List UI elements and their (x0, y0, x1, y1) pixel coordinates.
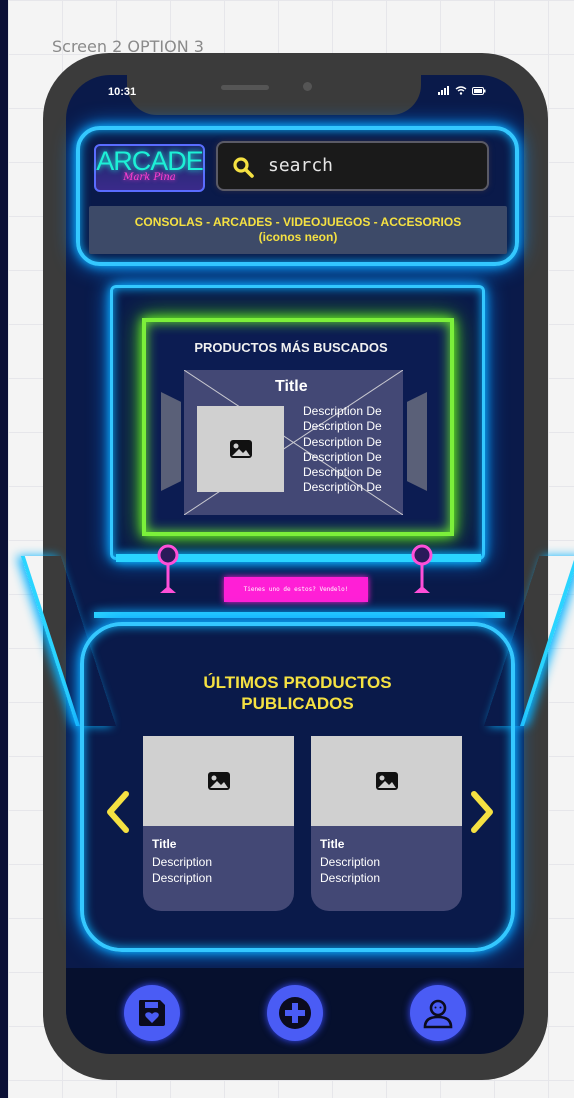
image-icon (229, 440, 252, 458)
joystick-icon (157, 544, 179, 593)
product-image (143, 736, 294, 826)
product-description: Description Description (152, 855, 213, 885)
category-note: (iconos neon) (258, 230, 338, 244)
plus-icon (279, 997, 311, 1029)
featured-product-image (197, 406, 284, 492)
battery-icon (471, 87, 486, 95)
search-input[interactable]: search (216, 141, 489, 191)
product-title: Title (320, 837, 345, 851)
phone-notch (127, 53, 421, 115)
product-image (311, 736, 462, 826)
chevron-left-icon[interactable] (102, 790, 132, 834)
product-description: Description Description (320, 855, 381, 885)
search-placeholder: search (268, 155, 334, 176)
carousel-next-peek[interactable] (407, 392, 427, 491)
chevron-right-icon[interactable] (468, 790, 498, 834)
arcade-logo[interactable]: ARCADE Mark Pina (94, 144, 205, 192)
carousel-prev-peek[interactable] (161, 392, 181, 491)
search-icon (233, 157, 254, 178)
signal-icon (438, 86, 449, 95)
nav-saved-button[interactable] (124, 985, 180, 1041)
image-icon (207, 772, 230, 790)
sell-cta-button[interactable]: Tienes uno de estos? Vendelo! (224, 577, 368, 602)
image-icon (375, 772, 398, 790)
most-searched-title: PRODUCTOS MÁS BUSCADOS (194, 340, 388, 355)
featured-product-description: Description De Description De Descriptio… (303, 404, 382, 495)
nav-add-button[interactable] (267, 985, 323, 1041)
product-title: Title (152, 837, 177, 851)
latest-products-title: ÚLTIMOS PRODUCTOS PUBLICADOS (203, 673, 392, 713)
status-time: 10:31 (108, 86, 137, 98)
joystick-icon (411, 544, 433, 593)
product-card[interactable]: Title Description Description (143, 736, 294, 911)
nav-profile-button[interactable] (410, 985, 466, 1041)
saved-heart-icon (139, 1000, 165, 1026)
product-card[interactable]: Title Description Description (311, 736, 462, 911)
wifi-icon (455, 86, 467, 95)
status-icons (438, 86, 486, 98)
control-panel-bottom-edge (94, 612, 505, 618)
featured-product-title: Title (275, 378, 308, 395)
category-links[interactable]: CONSOLAS - ARCADES - VIDEOJUEGOS - ACCES… (89, 215, 507, 230)
category-bar[interactable]: CONSOLAS - ARCADES - VIDEOJUEGOS - ACCES… (89, 206, 507, 254)
user-profile-icon (423, 999, 453, 1029)
